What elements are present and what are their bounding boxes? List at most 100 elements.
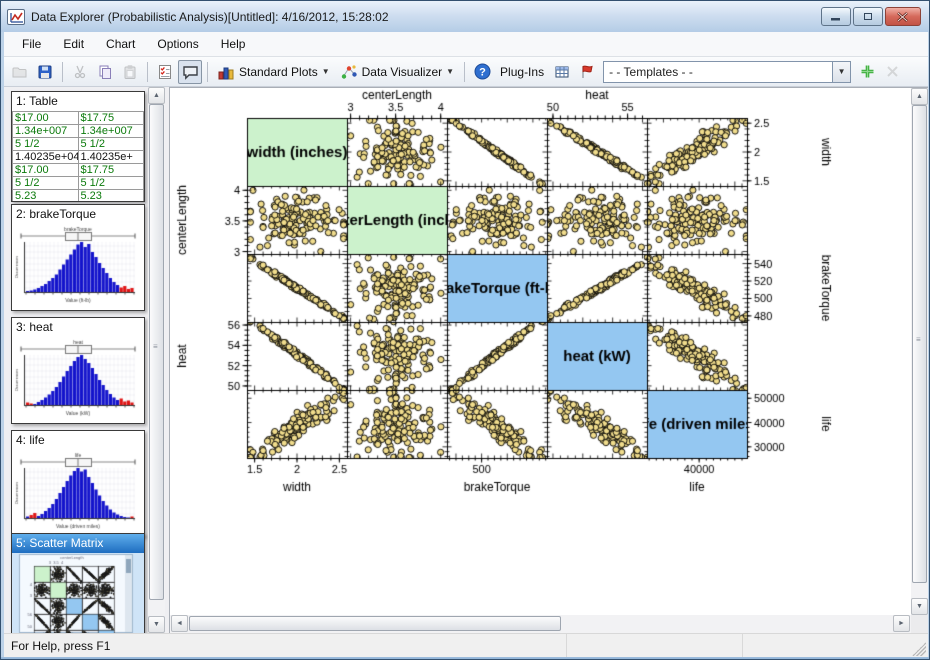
standard-plots-icon xyxy=(218,64,235,80)
resize-grip[interactable] xyxy=(912,642,926,656)
help-icon: ? xyxy=(474,63,491,80)
paste-button[interactable] xyxy=(118,60,142,84)
scrollbar-thumb[interactable] xyxy=(189,616,561,631)
histogram-thumbnail-canvas[interactable] xyxy=(12,450,144,536)
open-button[interactable] xyxy=(8,60,32,84)
histogram-thumbnail-canvas[interactable] xyxy=(12,224,144,310)
panel-table-title[interactable]: 1: Table xyxy=(12,92,144,111)
status-cell xyxy=(566,634,742,657)
menu-file[interactable]: File xyxy=(12,34,51,54)
table-row: $17.00$17.75 xyxy=(13,112,144,125)
cut-button[interactable] xyxy=(68,60,92,84)
sidebar-scrollbar[interactable]: ▲ ≡ ▼ xyxy=(148,87,165,633)
data-visualizer-icon xyxy=(341,64,358,80)
title-bar[interactable]: Data Explorer (Probabilistic Analysis)[U… xyxy=(1,1,929,32)
help-button[interactable]: ? xyxy=(470,60,494,84)
scrollbar-thumb[interactable]: ≡ xyxy=(912,105,927,583)
add-template-button[interactable] xyxy=(855,60,879,84)
comment-button[interactable] xyxy=(178,60,202,84)
histogram-thumbnail-canvas[interactable] xyxy=(12,337,144,423)
main-horizontal-scrollbar[interactable]: ◄ ► xyxy=(170,615,911,633)
panel-braketorque[interactable]: 2: brakeTorque xyxy=(11,204,145,311)
checklist-button[interactable] xyxy=(153,60,177,84)
scroll-up-button[interactable]: ▲ xyxy=(148,87,165,104)
restore-icon xyxy=(864,13,872,20)
plus-icon xyxy=(860,64,875,79)
flag-button[interactable] xyxy=(575,60,599,84)
menu-edit[interactable]: Edit xyxy=(53,34,94,54)
data-visualizer-button[interactable]: Data Visualizer ▼ xyxy=(336,60,459,84)
x-icon xyxy=(886,65,899,78)
paste-icon xyxy=(122,64,138,80)
chart-list-sidebar: 1: Table $17.00$17.751.34e+0071.34e+0075… xyxy=(4,87,167,633)
main-vertical-scrollbar[interactable]: ▲ ≡ ▼ xyxy=(911,88,928,615)
menu-chart[interactable]: Chart xyxy=(96,34,145,54)
standard-plots-button[interactable]: Standard Plots ▼ xyxy=(213,60,335,84)
cut-icon xyxy=(72,64,88,80)
table-cell: 5 1/2 xyxy=(78,138,144,151)
grid-button[interactable] xyxy=(550,60,574,84)
scroll-left-button[interactable]: ◄ xyxy=(171,615,188,632)
chevron-down-icon: ▼ xyxy=(838,67,846,76)
panel-life[interactable]: 4: life xyxy=(11,430,145,537)
save-icon xyxy=(37,64,53,80)
table-cell: 5 1/2 xyxy=(78,177,144,190)
scroll-down-button[interactable]: ▼ xyxy=(911,598,928,615)
toolbar-separator xyxy=(207,62,208,82)
table-row: 5 1/25 1/2 xyxy=(13,138,144,151)
toolbar-separator xyxy=(62,62,63,82)
panel-heat[interactable]: 3: heat xyxy=(11,317,145,424)
panel-scatter-matrix-title[interactable]: 5: Scatter Matrix xyxy=(12,534,144,553)
grid-icon xyxy=(554,64,570,80)
table-row: $17.00$17.75 xyxy=(13,164,144,177)
status-cell xyxy=(742,634,912,657)
table-cell: 1.40235e+041 xyxy=(13,151,79,164)
menu-bar: File Edit Chart Options Help xyxy=(4,32,928,57)
svg-text:?: ? xyxy=(479,66,486,78)
copy-button[interactable] xyxy=(93,60,117,84)
scroll-down-button[interactable]: ▼ xyxy=(148,616,165,633)
panel-table[interactable]: 1: Table $17.00$17.751.34e+0071.34e+0075… xyxy=(11,91,145,202)
templates-combobox[interactable]: - - Templates - - ▼ xyxy=(603,61,851,83)
table-row: 5 1/25 1/2 xyxy=(13,177,144,190)
menu-help[interactable]: Help xyxy=(211,34,256,54)
scatter-matrix-thumbnail-canvas[interactable] xyxy=(12,553,144,633)
restore-button[interactable] xyxy=(853,7,883,26)
mini-table: $17.00$17.751.34e+0071.34e+0075 1/25 1/2… xyxy=(12,111,144,201)
app-icon xyxy=(7,9,25,25)
thumb-grip: ≡ xyxy=(916,338,921,341)
minimize-button[interactable] xyxy=(821,7,851,26)
scatter-matrix-canvas[interactable] xyxy=(174,88,842,508)
scrollbar-thumb[interactable]: ≡ xyxy=(149,104,164,600)
plugins-label: Plug-Ins xyxy=(500,65,544,79)
panel-scatter-matrix[interactable]: 5: Scatter Matrix xyxy=(11,533,145,633)
scroll-right-button[interactable]: ► xyxy=(893,615,910,632)
close-button[interactable] xyxy=(885,7,921,26)
app-window: Data Explorer (Probabilistic Analysis)[U… xyxy=(0,0,930,660)
table-cell: 1.34e+007 xyxy=(78,125,144,138)
delete-template-button[interactable] xyxy=(880,60,904,84)
checklist-icon xyxy=(157,64,173,80)
save-button[interactable] xyxy=(33,60,57,84)
scroll-up-button[interactable]: ▲ xyxy=(911,88,928,105)
data-visualizer-label: Data Visualizer xyxy=(362,65,442,79)
standard-plots-label: Standard Plots xyxy=(239,65,318,79)
toolbar: Standard Plots ▼ Data Visualizer ▼ ? Plu… xyxy=(4,57,928,87)
panel-braketorque-title[interactable]: 2: brakeTorque xyxy=(12,205,144,224)
plugins-button[interactable]: Plug-Ins xyxy=(495,60,549,84)
menu-options[interactable]: Options xyxy=(147,34,208,54)
templates-value: - - Templates - - xyxy=(604,65,832,79)
combobox-drop-button[interactable]: ▼ xyxy=(832,62,850,82)
table-cell: 5.23 xyxy=(13,190,79,202)
flag-icon xyxy=(579,64,595,80)
panel-life-title[interactable]: 4: life xyxy=(12,431,144,450)
table-cell: 1.34e+007 xyxy=(13,125,79,138)
status-message: For Help, press F1 xyxy=(4,639,110,653)
table-row: 5.235.23 xyxy=(13,190,144,202)
panel-heat-title[interactable]: 3: heat xyxy=(12,318,144,337)
window-title: Data Explorer (Probabilistic Analysis)[U… xyxy=(31,10,389,24)
table-cell: $17.75 xyxy=(78,112,144,125)
toolbar-separator xyxy=(147,62,148,82)
chevron-down-icon: ▼ xyxy=(322,68,330,76)
table-row: 1.34e+0071.34e+007 xyxy=(13,125,144,138)
